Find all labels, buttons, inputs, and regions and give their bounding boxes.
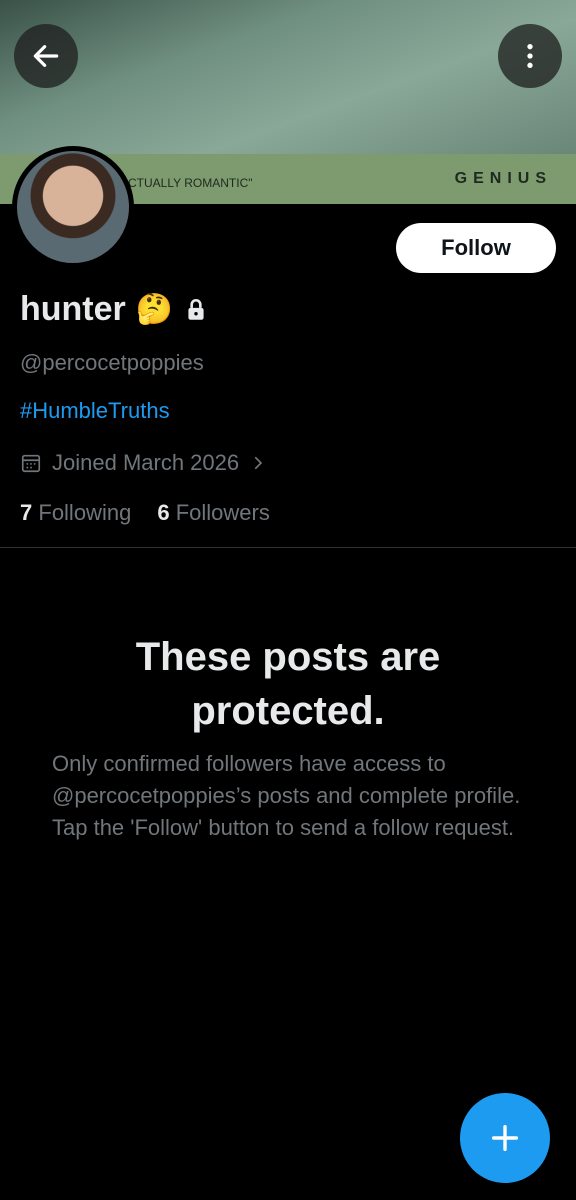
followers-label: Followers — [175, 500, 270, 525]
followers-count: 6 — [157, 500, 170, 525]
calendar-icon — [21, 454, 41, 473]
thinking-face-emoji: 🤔 — [135, 293, 174, 326]
lock-icon — [188, 298, 204, 320]
protected-posts-title: These posts are protected. — [135, 635, 441, 733]
arrow-left-icon — [33, 45, 59, 67]
joined-date-text: Joined March 2026 — [52, 450, 240, 475]
follow-stats: 7 Following 6 Followers — [20, 500, 270, 526]
joined-date-row[interactable]: Joined March 2026 — [20, 450, 267, 476]
more-vertical-icon — [527, 44, 533, 68]
compose-button[interactable] — [460, 1093, 550, 1183]
banner-brand-text: GENIUS — [454, 170, 552, 187]
chevron-right-icon — [255, 456, 263, 470]
banner-strip-text: CTUALLY ROMANTIC" — [128, 176, 253, 190]
back-button[interactable] — [14, 24, 78, 88]
plus-icon — [491, 1124, 519, 1152]
display-name: hunter — [20, 290, 126, 328]
profile-handle: @percocetpoppies — [20, 350, 204, 375]
follow-button[interactable]: Follow — [396, 223, 556, 273]
profile-name-row: hunter 🤔 — [20, 290, 209, 329]
bio-hashtag-link[interactable]: #HumbleTruths — [20, 398, 170, 424]
protected-posts-message: Only confirmed followers have access to … — [52, 751, 521, 840]
following-label: Following — [38, 500, 132, 525]
following-stat[interactable]: 7 Following — [20, 500, 131, 526]
section-divider — [0, 547, 576, 548]
more-options-button[interactable] — [498, 24, 562, 88]
followers-stat[interactable]: 6 Followers — [157, 500, 270, 526]
following-count: 7 — [20, 500, 33, 525]
avatar[interactable] — [12, 146, 134, 268]
